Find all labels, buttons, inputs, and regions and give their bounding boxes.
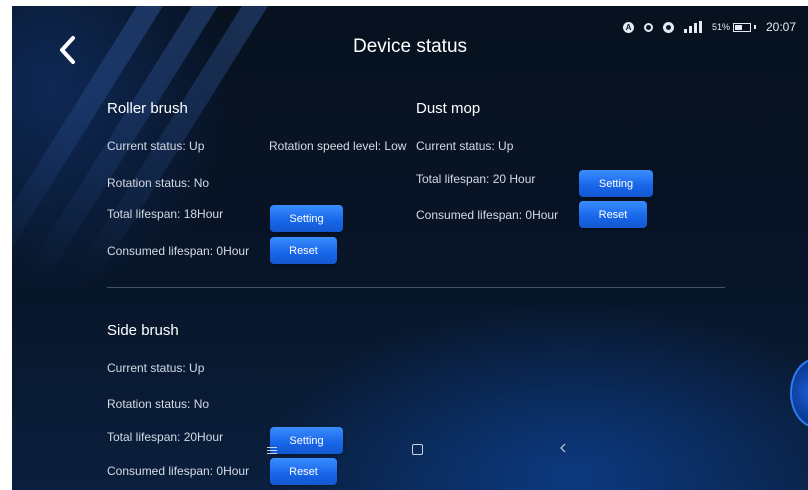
side-brush-total-lifespan: Total lifespan: 20Hour	[107, 430, 224, 444]
signal-icon	[683, 21, 702, 33]
dust-mop-title: Dust mop	[416, 100, 481, 117]
chevron-left-icon	[560, 443, 566, 453]
menu-icon[interactable]	[267, 447, 277, 454]
dust-mop-setting-button[interactable]: Setting	[579, 170, 653, 197]
roller-brush-rotation-status: Rotation status: No	[107, 176, 210, 190]
side-brush-reset-button[interactable]: Reset	[270, 458, 337, 485]
roller-brush-setting-button[interactable]: Setting	[270, 205, 343, 232]
dust-mop-current-status: Current status: Up	[416, 139, 514, 153]
dust-mop-consumed-lifespan: Consumed lifespan: 0Hour	[416, 208, 559, 222]
auto-icon: A	[622, 21, 634, 33]
status-bar: A 51% 20:07	[622, 20, 796, 34]
roller-brush-consumed-lifespan: Consumed lifespan: 0Hour	[107, 244, 250, 258]
nav-back-button[interactable]	[558, 439, 568, 457]
roller-brush-total-lifespan: Total lifespan: 18Hour	[107, 207, 224, 221]
location-icon	[662, 21, 674, 33]
floating-action-button[interactable]	[790, 358, 808, 428]
side-brush-consumed-lifespan: Consumed lifespan: 0Hour	[107, 464, 250, 478]
battery-icon	[732, 22, 751, 32]
roller-brush-reset-button[interactable]: Reset	[270, 237, 337, 264]
dust-mop-reset-button[interactable]: Reset	[579, 201, 647, 228]
battery-percent: 51%	[711, 22, 730, 32]
app-screen: A 51% 20:07 Device status Roller brush C…	[12, 6, 808, 490]
clock: 20:07	[765, 20, 796, 34]
side-brush-title: Side brush	[107, 322, 179, 339]
section-divider	[107, 287, 725, 288]
square-icon[interactable]	[412, 444, 423, 455]
battery-indicator: 51%	[712, 22, 756, 32]
page-title: Device status	[352, 36, 468, 57]
dust-mop-total-lifespan: Total lifespan: 20 Hour	[416, 172, 536, 186]
roller-brush-current-status: Current status: Up	[107, 139, 205, 153]
side-brush-rotation-status: Rotation status: No	[107, 397, 210, 411]
roller-brush-rotation-speed: Rotation speed level: Low	[269, 139, 407, 153]
alarm-icon	[643, 22, 653, 32]
side-brush-current-status: Current status: Up	[107, 361, 205, 375]
roller-brush-title: Roller brush	[107, 100, 188, 117]
side-brush-setting-button[interactable]: Setting	[270, 427, 343, 454]
